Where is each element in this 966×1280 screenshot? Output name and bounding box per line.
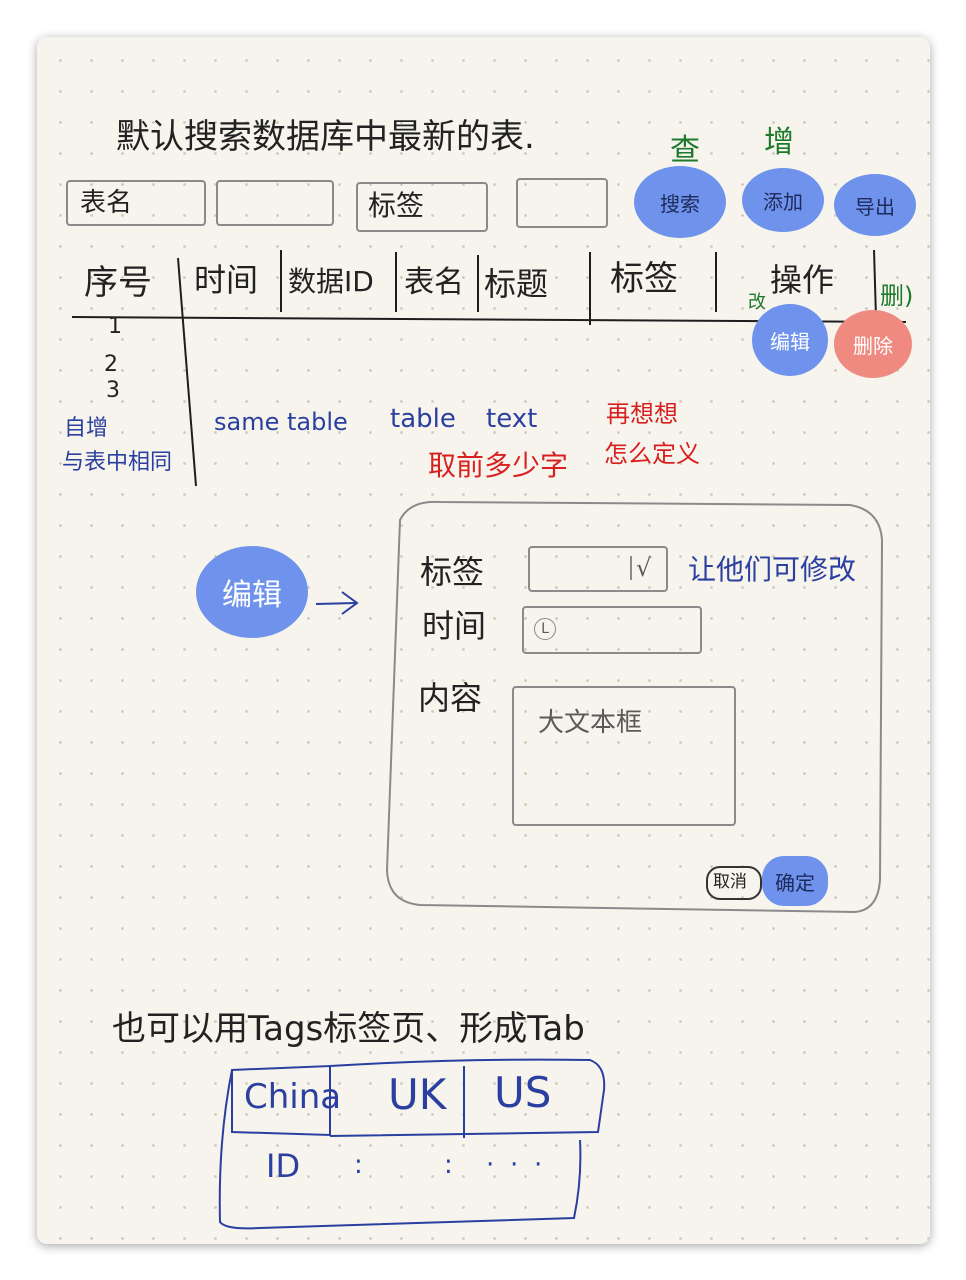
clock-icon: L: [534, 618, 556, 640]
dialog-tag-select[interactable]: √: [528, 546, 668, 592]
row-number-2: 2: [104, 352, 118, 377]
same-table-note: same table: [214, 408, 348, 436]
auto-increment-note: 自增: [64, 416, 109, 441]
tag-value-input[interactable]: [516, 178, 608, 228]
dialog-time-label: 时间: [422, 607, 487, 645]
pre-chars-note: 取前多少字: [428, 449, 569, 482]
table-note: table: [390, 404, 456, 434]
same-as-table-note: 与表中相同: [62, 450, 173, 475]
search-note: 查: [670, 133, 700, 168]
dialog-cancel-button[interactable]: 取消: [706, 866, 762, 900]
tab-content-dot-1: ·: [486, 1150, 495, 1180]
table-name-input[interactable]: 表名: [66, 180, 206, 226]
row-number-1: 1: [108, 314, 122, 339]
dialog-content-label: 内容: [418, 679, 483, 717]
page-heading: 默认搜索数据库中最新的表.: [116, 117, 535, 157]
column-header-tag: 标签: [610, 259, 678, 299]
dialog-content-textarea[interactable]: 大文本框: [512, 686, 736, 826]
tab-us[interactable]: US: [494, 1072, 551, 1114]
dialog-tag-label: 标签: [420, 553, 485, 591]
column-header-index: 序号: [84, 263, 152, 303]
search-button[interactable]: 搜索: [634, 166, 726, 238]
edit-arrow: →: [320, 586, 321, 587]
dialog-confirm-button[interactable]: 确定: [762, 856, 828, 906]
tab-uk[interactable]: UK: [388, 1074, 446, 1116]
edit-row-button[interactable]: 编辑: [752, 304, 828, 376]
row-number-3: 3: [106, 378, 120, 403]
tab-china[interactable]: China: [244, 1080, 341, 1114]
content-placeholder: 大文本框: [538, 708, 643, 738]
tab-content-colon-2: :: [444, 1150, 453, 1180]
edit-trigger-button[interactable]: 编辑: [196, 546, 308, 638]
table-name-label: 表名: [80, 188, 133, 218]
tag-input[interactable]: 标签: [356, 182, 488, 232]
tab-content-colon-1: :: [354, 1150, 363, 1180]
tab-content-id: ID: [266, 1147, 301, 1185]
delete-row-button[interactable]: 删除: [834, 310, 912, 378]
how-to-define-note: 怎么定义: [604, 440, 700, 468]
table-name-value-input[interactable]: [216, 180, 334, 226]
tag-check-icon: √: [630, 556, 651, 580]
tab-content-dot-3: ·: [534, 1150, 543, 1180]
text-note: text: [486, 404, 538, 434]
column-header-actions: 操作: [770, 261, 835, 299]
editable-note: 让他们可修改: [688, 553, 857, 586]
add-button[interactable]: 添加: [742, 168, 824, 232]
column-header-title: 标题: [484, 265, 549, 303]
add-note: 增: [764, 125, 794, 160]
column-header-table: 表名: [404, 265, 464, 300]
think-again-note: 再想想: [606, 400, 678, 428]
export-button[interactable]: 导出: [834, 174, 916, 236]
tag-label: 标签: [368, 189, 425, 222]
column-header-data-id: 数据ID: [288, 265, 374, 298]
tabs-note: 也可以用Tags标签页、形成Tab: [112, 1009, 585, 1049]
column-header-time: 时间: [194, 261, 259, 299]
tab-content-dot-2: ·: [510, 1150, 519, 1180]
delete-note: 删): [880, 282, 914, 310]
edit-note: 改: [748, 292, 766, 313]
dialog-time-input[interactable]: L: [522, 606, 702, 654]
